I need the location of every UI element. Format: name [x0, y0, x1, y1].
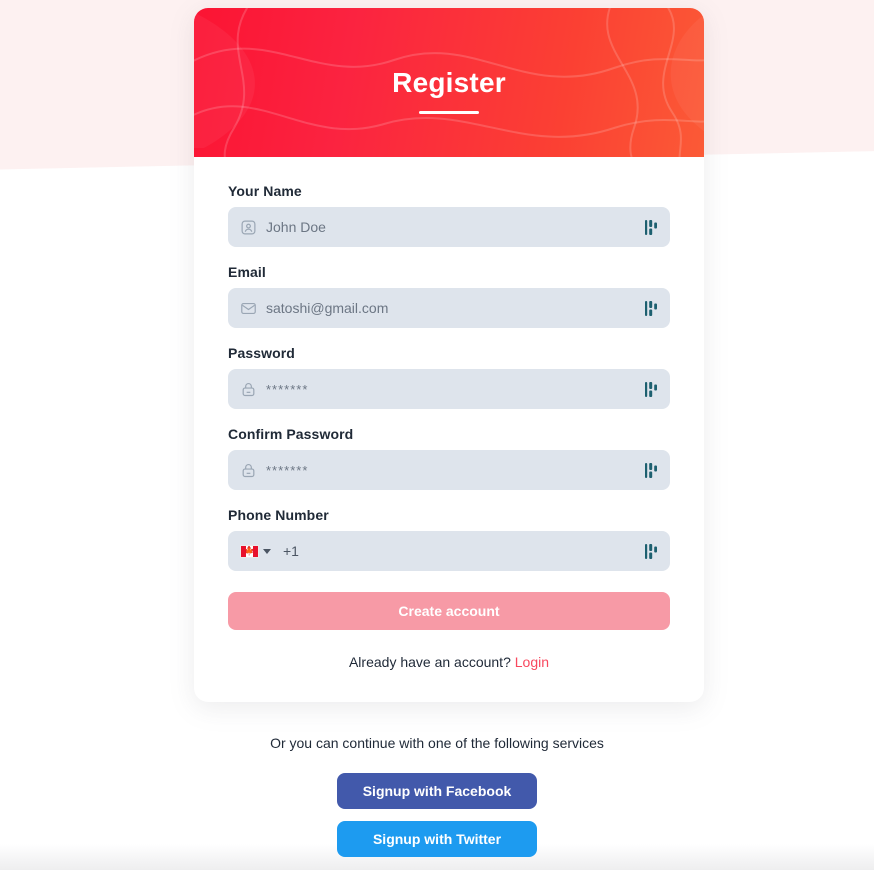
country-selector[interactable]: 🍁 — [240, 544, 271, 558]
create-account-button[interactable]: Create account — [228, 592, 670, 630]
field-phone-number: Phone Number 🍁 +1 — [228, 507, 670, 571]
label-phone-number: Phone Number — [228, 507, 329, 523]
social-signup-section: Or you can continue with one of the foll… — [0, 735, 874, 869]
login-prompt: Already have an account? Login — [228, 654, 670, 702]
password-value: ******* — [266, 381, 309, 397]
input-email[interactable]: satoshi@gmail.com — [228, 288, 670, 328]
login-link[interactable]: Login — [515, 654, 549, 670]
register-form: Your Name John Doe Email satoshi@gmail.c… — [194, 157, 704, 702]
user-icon — [240, 219, 257, 236]
phone-dial-code: +1 — [283, 543, 299, 559]
input-your-name[interactable]: John Doe — [228, 207, 670, 247]
strength-bars-icon — [645, 543, 659, 560]
label-email: Email — [228, 264, 266, 280]
email-value: satoshi@gmail.com — [266, 300, 389, 316]
page-title: Register — [392, 67, 506, 98]
lock-icon — [240, 462, 257, 479]
field-confirm-password: Confirm Password ******* — [228, 426, 670, 490]
canada-flag-icon: 🍁 — [240, 544, 259, 558]
your-name-value: John Doe — [266, 219, 326, 235]
card-header-banner: Register — [194, 8, 704, 157]
chevron-down-icon — [263, 548, 271, 554]
login-prompt-text: Already have an account? — [348, 654, 511, 670]
field-password: Password ******* — [228, 345, 670, 409]
register-card: Register Your Name John Doe Email satosh… — [194, 8, 704, 702]
envelope-icon — [240, 300, 257, 317]
signup-with-facebook-button[interactable]: Signup with Facebook — [337, 773, 537, 809]
signup-with-twitter-button[interactable]: Signup with Twitter — [337, 821, 537, 857]
title-underline — [419, 111, 479, 114]
strength-bars-icon — [645, 300, 659, 317]
input-phone-number[interactable]: 🍁 +1 — [228, 531, 670, 571]
strength-bars-icon — [645, 381, 659, 398]
input-confirm-password[interactable]: ******* — [228, 450, 670, 490]
strength-bars-icon — [645, 462, 659, 479]
label-confirm-password: Confirm Password — [228, 426, 354, 442]
label-your-name: Your Name — [228, 183, 302, 199]
input-password[interactable]: ******* — [228, 369, 670, 409]
field-email: Email satoshi@gmail.com — [228, 264, 670, 328]
social-caption: Or you can continue with one of the foll… — [270, 735, 604, 751]
lock-icon — [240, 381, 257, 398]
field-your-name: Your Name John Doe — [228, 183, 670, 247]
strength-bars-icon — [645, 219, 659, 236]
label-password: Password — [228, 345, 295, 361]
confirm-password-value: ******* — [266, 462, 309, 478]
